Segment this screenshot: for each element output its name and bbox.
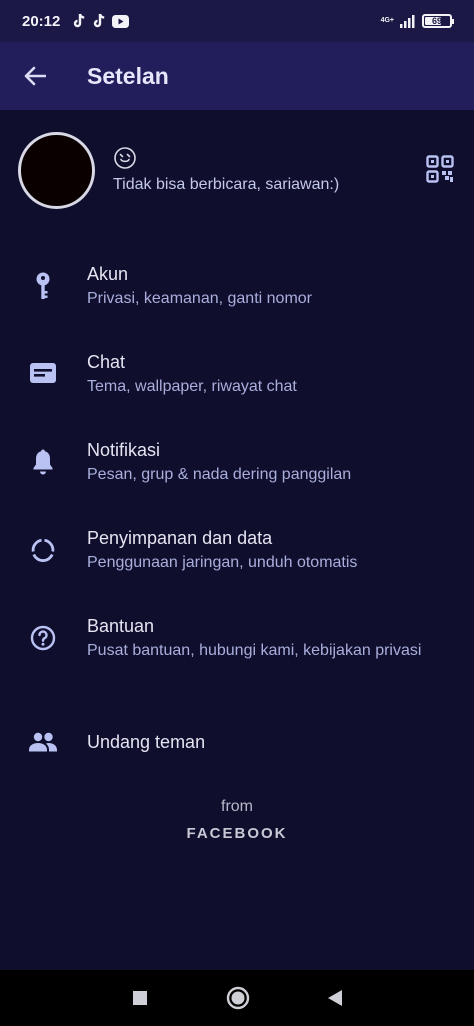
menu-item-chat[interactable]: Chat Tema, wallpaper, riwayat chat: [0, 330, 474, 418]
menu-text: Chat Tema, wallpaper, riwayat chat: [87, 352, 297, 396]
square-icon: [133, 991, 147, 1005]
menu-subtitle: Pusat bantuan, hubungi kami, kebijakan p…: [87, 642, 422, 659]
tiktok-icon: [74, 13, 85, 28]
menu-item-notifikasi[interactable]: Notifikasi Pesan, grup & nada dering pan…: [0, 418, 474, 506]
youtube-icon: [112, 14, 130, 28]
profile-row[interactable]: Tidak bisa berbicara, sariawan:): [0, 128, 474, 212]
notification-icons: [72, 13, 130, 29]
system-back-button[interactable]: [315, 978, 355, 1018]
chat-icon: [28, 359, 58, 389]
menu-subtitle: Tema, wallpaper, riwayat chat: [87, 378, 297, 395]
status-time: 20:12: [22, 12, 61, 30]
bell-icon: [28, 447, 58, 477]
settings-menu: Akun Privasi, keamanan, ganti nomor Chat…: [0, 242, 474, 790]
menu-label: Undang teman: [87, 731, 206, 752]
avatar[interactable]: [18, 131, 95, 209]
qr-code-icon: [426, 155, 454, 183]
footer-from: from: [221, 798, 253, 815]
arrow-back-icon: [24, 66, 46, 86]
qr-code-button[interactable]: [426, 155, 454, 183]
network-type: 4G+: [380, 17, 394, 24]
key-icon: [28, 271, 58, 301]
menu-label: Chat: [87, 352, 126, 372]
emoji-icon: [114, 147, 136, 169]
battery-percent: 69: [431, 16, 442, 26]
footer: from FACEBOOK: [0, 798, 474, 842]
profile-status: Tidak bisa berbicara, sariawan:): [113, 176, 340, 193]
menu-subtitle: Privasi, keamanan, ganti nomor: [87, 290, 312, 307]
menu-item-penyimpanan[interactable]: Penyimpanan dan data Penggunaan jaringan…: [0, 506, 474, 594]
people-icon: [28, 727, 58, 757]
help-icon: [28, 623, 58, 653]
menu-subtitle: Penggunaan jaringan, unduh otomatis: [87, 554, 358, 571]
menu-text: Penyimpanan dan data Penggunaan jaringan…: [87, 528, 357, 572]
status-left: 20:12: [22, 12, 130, 30]
menu-item-bantuan[interactable]: Bantuan Pusat bantuan, hubungi kami, keb…: [0, 594, 474, 682]
profile-text: Tidak bisa berbicara, sariawan:): [113, 146, 339, 194]
system-nav-bar: [0, 970, 474, 1026]
data-usage-icon: [28, 535, 58, 565]
menu-item-undang-teman[interactable]: Undang teman: [0, 694, 474, 790]
tiktok-icon: [94, 13, 105, 28]
circle-icon: [226, 986, 250, 1010]
menu-text: Undang teman: [87, 732, 205, 753]
menu-item-akun[interactable]: Akun Privasi, keamanan, ganti nomor: [0, 242, 474, 330]
recent-apps-button[interactable]: [120, 978, 160, 1018]
footer-brand: FACEBOOK: [186, 825, 288, 842]
menu-label: Penyimpanan dan data: [87, 528, 273, 548]
status-right: 4G+ 69: [380, 14, 454, 28]
home-button[interactable]: [218, 978, 258, 1018]
menu-text: Bantuan Pusat bantuan, hubungi kami, keb…: [87, 616, 421, 660]
back-button[interactable]: [10, 51, 60, 101]
menu-label: Bantuan: [87, 616, 155, 636]
menu-subtitle: Pesan, grup & nada dering panggilan: [87, 466, 352, 483]
menu-text: Akun Privasi, keamanan, ganti nomor: [87, 264, 312, 308]
status-bar: 20:12 4G+ 69: [0, 0, 474, 42]
signal-icon: [400, 15, 415, 28]
triangle-back-icon: [328, 990, 342, 1006]
menu-label: Notifikasi: [87, 440, 161, 460]
page-title: Setelan: [87, 62, 169, 89]
app-bar: Setelan: [0, 42, 474, 110]
menu-label: Akun: [87, 264, 129, 284]
battery-icon: 69: [422, 14, 454, 28]
menu-text: Notifikasi Pesan, grup & nada dering pan…: [87, 440, 351, 484]
